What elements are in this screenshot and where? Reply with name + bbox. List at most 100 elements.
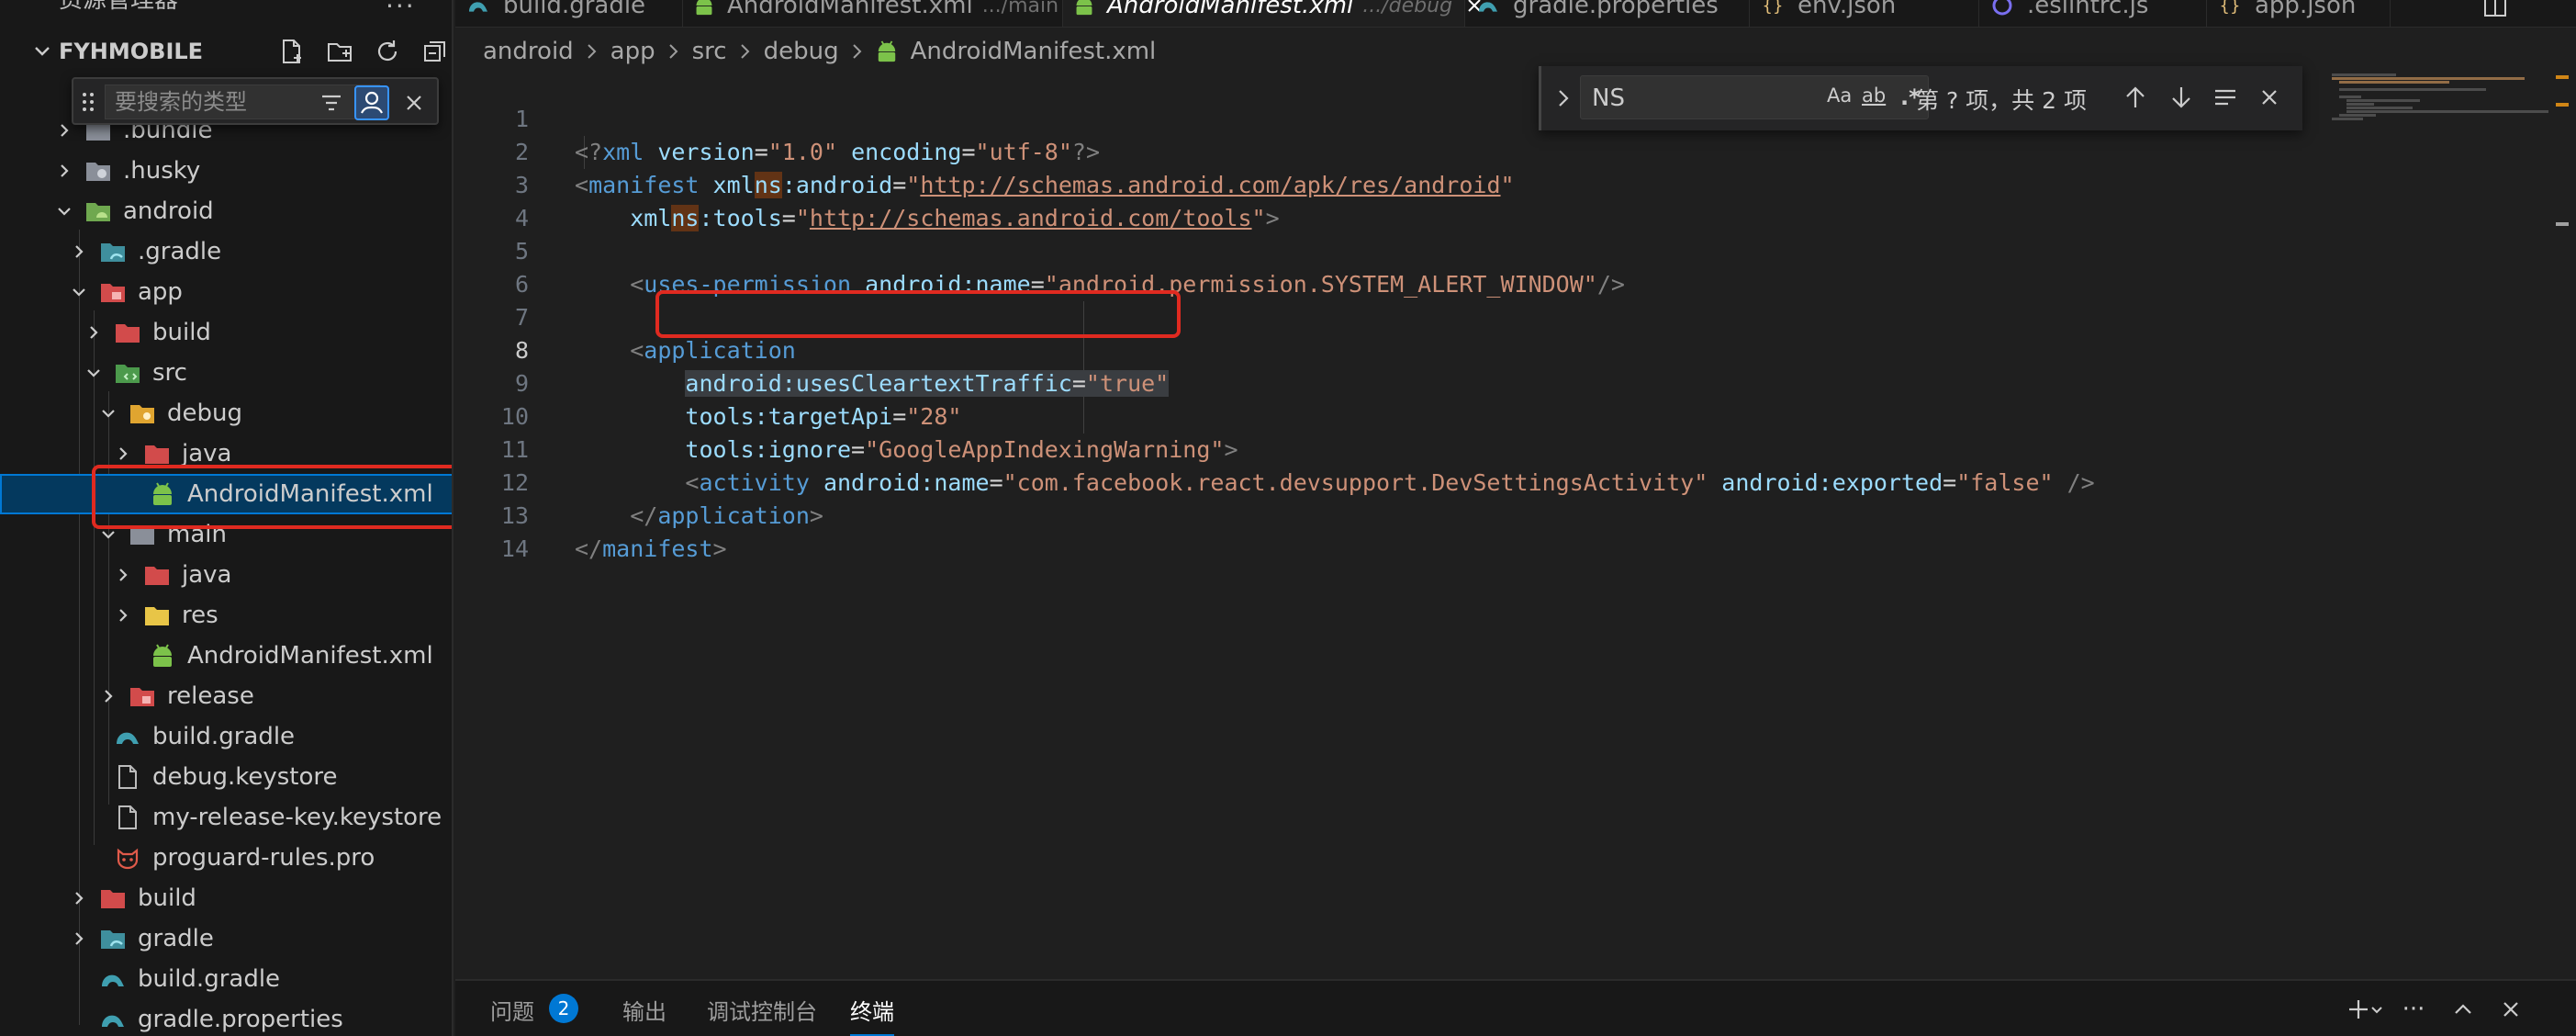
chevron-down-icon[interactable] (2367, 994, 2387, 1025)
tab-output[interactable]: 输出 (622, 994, 666, 1026)
tree-item-release-keystore[interactable]: my-release-key.keystore (0, 797, 452, 838)
tab-build-gradle[interactable]: build.gradle (455, 0, 683, 27)
tree-item-gradle-folder[interactable]: .gradle (0, 231, 452, 272)
explorer-project-header[interactable]: FYHMOBILE (0, 31, 452, 72)
tab-debug-console[interactable]: 调试控制台 (707, 994, 817, 1026)
app-folder-icon (99, 278, 127, 306)
tree-item-proguard[interactable]: proguard-rules.pro (0, 838, 452, 878)
chevron-right-icon (68, 887, 90, 909)
breadcrumb-item[interactable]: AndroidManifest.xml (911, 38, 1157, 65)
tree-item-debug-keystore[interactable]: debug.keystore (0, 757, 452, 797)
maximize-panel-icon[interactable] (2447, 994, 2479, 1025)
more-actions-icon[interactable]: ··· (386, 0, 416, 21)
tab-eslintrc[interactable]: .eslintrc.js (1979, 0, 2207, 27)
scrollbar-match-marker (2556, 75, 2569, 79)
minimap-line (2339, 88, 2486, 91)
tree-item-husky[interactable]: .husky (0, 151, 452, 191)
code-editor[interactable]: 1 <?xml version="1.0" encoding="utf-8"?>… (455, 70, 2576, 979)
breadcrumb-item[interactable]: android (483, 38, 574, 65)
proguard-icon (114, 844, 141, 872)
close-icon[interactable] (400, 89, 428, 117)
chevron-down-icon (29, 39, 55, 64)
bottom-panel: 问题 2 输出 调试控制台 终端 ··· (455, 979, 2576, 1036)
find-input[interactable]: NS Aa ab .* (1580, 75, 1929, 119)
tree-item-src[interactable]: src (0, 353, 452, 393)
tree-item-label: src (152, 359, 187, 387)
tree-item-java[interactable]: java (0, 434, 452, 474)
tree-item-app[interactable]: app (0, 272, 452, 312)
tree-item-label: res (182, 602, 218, 629)
tree-item-label: release (167, 682, 254, 710)
find-in-selection-icon[interactable] (2210, 82, 2241, 113)
tab-androidmanifest-debug[interactable]: AndroidManifest.xml .../debug (1063, 0, 1481, 27)
eslint-icon (1990, 0, 2014, 17)
chevron-right-icon (112, 443, 134, 465)
code-line-current: 8 android:usesCleartextTraffic="true" (455, 301, 2475, 397)
file-icon (114, 804, 141, 831)
tab-androidmanifest-main[interactable]: AndroidManifest.xml .../main (683, 0, 1063, 27)
new-file-icon[interactable] (275, 35, 308, 68)
tree-item-label: debug.keystore (152, 763, 338, 791)
json-icon: {} (2219, 0, 2241, 16)
more-actions-icon[interactable]: ··· (2398, 994, 2429, 1025)
tree-item-build-root[interactable]: build (0, 878, 452, 918)
refresh-icon[interactable] (371, 35, 404, 68)
tree-item-gradle[interactable]: gradle (0, 918, 452, 959)
close-icon[interactable] (2495, 994, 2526, 1025)
minimap-line (2339, 114, 2376, 117)
minimap-line (2332, 118, 2363, 120)
close-icon[interactable] (2254, 82, 2285, 113)
tab-terminal[interactable]: 终端 (850, 994, 894, 1036)
tab-app-json[interactable]: {} app.json (2207, 0, 2391, 27)
res-folder-icon (143, 602, 171, 629)
match-case-toggle[interactable]: Aa (1827, 84, 1852, 112)
tree-item-java-main[interactable]: java (0, 555, 452, 595)
chevron-down-icon (83, 362, 105, 384)
tree-item-build-gradle-app[interactable]: build.gradle (0, 716, 452, 757)
code-line: 11 <activity android:name="com.facebook.… (455, 400, 2475, 496)
tree-item-release[interactable]: release (0, 676, 452, 716)
minimap-line (2346, 110, 2548, 113)
tab-problems[interactable]: 问题 (490, 994, 534, 1026)
tree-item-androidmanifest-main[interactable]: AndroidManifest.xml (0, 636, 452, 676)
minimap[interactable] (2332, 70, 2552, 180)
debug-folder-icon (129, 400, 156, 427)
arrow-up-icon[interactable] (2120, 82, 2151, 113)
filter-icon[interactable] (318, 89, 345, 117)
tree-item-label: app (138, 278, 183, 306)
tree-item-res[interactable]: res (0, 595, 452, 636)
arrow-down-icon[interactable] (2166, 82, 2197, 113)
breadcrumb-item[interactable]: debug (764, 38, 839, 65)
tree-item-debug[interactable]: debug (0, 393, 452, 434)
tree-item-androidmanifest-debug[interactable]: AndroidManifest.xml (0, 474, 452, 514)
breadcrumb-item[interactable]: src (692, 38, 727, 65)
new-folder-icon[interactable] (323, 35, 356, 68)
chevron-right-icon[interactable] (1552, 86, 1574, 110)
android-icon (149, 480, 176, 508)
chevron-right-icon (68, 241, 90, 263)
tree-item-android[interactable]: android (0, 191, 452, 231)
tab-gradle-properties[interactable]: gradle.properties (1465, 0, 1750, 27)
drag-handle-icon[interactable] (81, 91, 95, 113)
find-result-count: 第 ? 项，共 2 项 (1916, 87, 2087, 114)
android-icon (1074, 0, 1094, 17)
tree-item-main[interactable]: main (0, 514, 452, 555)
collapse-all-icon[interactable] (419, 35, 452, 68)
match-whole-word-toggle[interactable]: ab (1862, 84, 1886, 112)
split-editor-icon[interactable] (2482, 0, 2510, 20)
tab-env-json[interactable]: {} env.json (1750, 0, 1979, 27)
chevron-right-icon (850, 42, 865, 61)
tree-item-build-gradle-root[interactable]: build.gradle (0, 959, 452, 999)
token: > (712, 535, 727, 562)
tree-item-build[interactable]: build (0, 312, 452, 353)
fuzzy-match-icon[interactable] (354, 85, 389, 120)
tree-item-gradle-properties[interactable]: gradle.properties (0, 999, 452, 1036)
breadcrumb-item[interactable]: app (610, 38, 655, 65)
tree-item-label: AndroidManifest.xml (187, 642, 433, 670)
chevron-right-icon (585, 42, 599, 61)
android-folder-icon (84, 197, 112, 225)
tab-label: gradle.properties (1513, 0, 1719, 19)
tree-item-label: gradle.properties (138, 1006, 343, 1033)
tree-item-label: gradle (138, 925, 214, 952)
java-folder-icon (143, 440, 171, 467)
